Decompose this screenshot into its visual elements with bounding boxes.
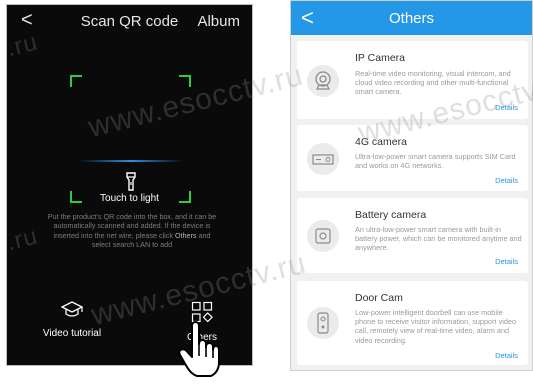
4g-camera-icon — [307, 143, 339, 175]
torch-label[interactable]: Touch to light — [7, 193, 252, 204]
battery-camera-icon — [307, 220, 339, 252]
scan-qr-screen: < Scan QR code Album Touch to light Put … — [6, 4, 253, 366]
scan-header: < Scan QR code Album — [7, 5, 252, 37]
device-card-4g-camera[interactable]: 4G camera Ultra-low-power smart camera s… — [297, 125, 528, 191]
page-title: Others — [388, 10, 434, 27]
card-description: Ultra-low-power smart camera supports SI… — [355, 152, 516, 171]
screenshot-composite: < Scan QR code Album Touch to light Put … — [0, 0, 533, 388]
card-title: IP Camera — [355, 52, 405, 64]
scan-frame-corner-top-right — [179, 75, 191, 87]
card-description: An ultra-low-power smart camera with bui… — [355, 225, 522, 253]
card-description: Real-time video monitoring, visual inter… — [355, 69, 511, 97]
scan-line — [79, 160, 183, 162]
scan-instructions: Put the product's QR code into the box, … — [47, 212, 217, 250]
card-description: Low-power intelligent doorbell can use m… — [355, 308, 517, 345]
device-card-door-cam[interactable]: Door Cam Low-power intelligent doorbell … — [297, 281, 528, 365]
ip-camera-icon — [307, 65, 339, 97]
details-link[interactable]: Details — [495, 176, 518, 185]
card-title: Battery camera — [355, 209, 427, 221]
others-header: < Others — [291, 1, 532, 35]
others-screen: < Others IP Camera Real-time video monit… — [290, 0, 533, 371]
flashlight-icon[interactable] — [124, 172, 138, 192]
card-title: Door Cam — [355, 292, 403, 304]
device-card-battery-camera[interactable]: Battery camera An ultra-low-power smart … — [297, 198, 528, 273]
scan-hint-others: Others — [174, 230, 197, 240]
album-button[interactable]: Album — [197, 13, 240, 30]
details-link[interactable]: Details — [495, 103, 518, 112]
graduation-cap-icon — [60, 301, 84, 317]
doorbell-icon — [307, 307, 339, 339]
scan-frame-corner-top-left — [70, 75, 82, 87]
card-title: 4G camera — [355, 136, 407, 148]
details-link[interactable]: Details — [495, 351, 518, 360]
details-link[interactable]: Details — [495, 257, 518, 266]
video-tutorial-button[interactable]: Video tutorial — [37, 301, 107, 339]
video-tutorial-label: Video tutorial — [42, 328, 102, 339]
device-card-ip-camera[interactable]: IP Camera Real-time video monitoring, vi… — [297, 41, 528, 119]
tap-hand-icon — [178, 321, 220, 377]
